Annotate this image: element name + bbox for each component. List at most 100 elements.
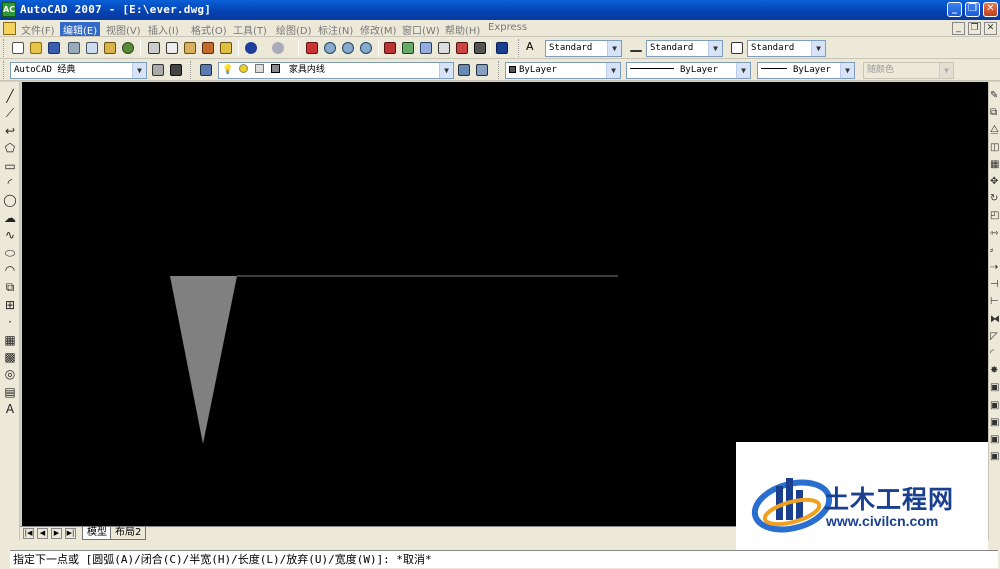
line-icon[interactable]: ╱ — [2, 88, 18, 104]
rotate-icon[interactable]: ↻ — [990, 193, 1000, 205]
menu-dimension[interactable]: 标注(N) — [315, 22, 356, 37]
layer-properties-icon[interactable] — [198, 62, 214, 78]
color-control-select[interactable]: ByLayer ▼ — [505, 62, 621, 79]
sun-icon[interactable] — [238, 64, 248, 73]
layer-previous-icon[interactable] — [474, 62, 490, 78]
zoom-window-icon[interactable] — [340, 40, 356, 56]
workspace-select[interactable]: AutoCAD 经典 ▼ — [10, 62, 147, 79]
ellipse-arc-icon[interactable]: ◠ — [2, 262, 18, 278]
dimension-style-select[interactable]: Standard ▼ — [646, 40, 723, 57]
chevron-down-icon[interactable]: ▼ — [606, 63, 620, 78]
send-under-icon[interactable]: ▣ — [990, 451, 1000, 463]
first-tab-button[interactable]: |◀ — [23, 528, 34, 539]
menu-help[interactable]: 帮助(H) — [442, 22, 483, 37]
array-icon[interactable]: ▦ — [990, 159, 1000, 171]
menu-express[interactable]: Express — [485, 22, 530, 36]
redo-icon[interactable] — [270, 40, 286, 56]
table-style-icon[interactable] — [729, 40, 745, 56]
zoom-previous-icon[interactable] — [358, 40, 374, 56]
open-icon[interactable] — [28, 40, 44, 56]
scale-icon[interactable]: ◰ — [990, 210, 1000, 222]
multiline-text-icon[interactable]: A — [2, 401, 18, 417]
menu-file[interactable]: 文件(F) — [18, 22, 58, 37]
fillet-icon[interactable]: ◜ — [990, 348, 1000, 360]
match-properties-icon[interactable] — [200, 40, 216, 56]
polyline-icon[interactable]: ↩ — [2, 123, 18, 139]
block-editor-icon[interactable] — [218, 40, 234, 56]
break-at-point-icon[interactable]: ⊣ — [990, 279, 1000, 291]
tab-layout2[interactable]: 布局2 — [110, 527, 147, 540]
polygon-icon[interactable]: ⬠ — [2, 140, 18, 156]
tab-model[interactable]: 模型 — [82, 527, 112, 540]
doc-minimize-button[interactable]: _ — [952, 22, 965, 35]
break-icon[interactable]: ⊢ — [990, 296, 1000, 308]
command-line[interactable]: 指定下一点或 [圆弧(A)/闭合(C)/半宽(H)/长度(L)/放弃(U)/宽度… — [10, 550, 998, 568]
copy-object-icon[interactable]: ⧉ — [990, 107, 1000, 119]
cut-icon[interactable] — [146, 40, 162, 56]
help-icon[interactable] — [494, 40, 510, 56]
undo-icon[interactable] — [243, 40, 259, 56]
explode-icon[interactable]: ✸ — [990, 365, 1000, 377]
point-icon[interactable]: · — [2, 314, 18, 330]
title-bar[interactable]: AC AutoCAD 2007 - [E:\ever.dwg] _ ❐ ✕ — [0, 0, 1000, 20]
plot-preview-icon[interactable] — [84, 40, 100, 56]
dimension-style-icon[interactable] — [628, 40, 644, 56]
circle-icon[interactable]: ◯ — [2, 192, 18, 208]
lock-icon[interactable] — [255, 64, 265, 73]
join-icon[interactable]: ⧓ — [990, 314, 1000, 326]
revision-cloud-icon[interactable]: ☁ — [2, 210, 18, 226]
gradient-icon[interactable]: ▩ — [2, 349, 18, 365]
workspace-settings-icon[interactable] — [150, 62, 166, 78]
ellipse-icon[interactable]: ⬭ — [2, 245, 18, 261]
pan-icon[interactable] — [304, 40, 320, 56]
menu-draw[interactable]: 绘图(D) — [273, 22, 315, 37]
table-style-select[interactable]: Standard ▼ — [747, 40, 826, 57]
minimize-button[interactable]: _ — [947, 2, 962, 17]
3d-dwf-icon[interactable] — [120, 40, 136, 56]
chevron-down-icon[interactable]: ▼ — [607, 41, 621, 56]
region-icon[interactable]: ◎ — [2, 366, 18, 382]
doc-restore-button[interactable]: ❐ — [968, 22, 981, 35]
make-object-layer-current-icon[interactable] — [456, 62, 472, 78]
menu-modify[interactable]: 修改(M) — [357, 22, 399, 37]
toolbar-grip[interactable] — [518, 39, 521, 57]
lineweight-control-select[interactable]: ByLayer ▼ — [757, 62, 855, 79]
menu-tools[interactable]: 工具(T) — [230, 22, 270, 37]
toolbar-grip[interactable] — [190, 61, 193, 79]
toolbar-grip[interactable] — [498, 61, 501, 79]
prev-tab-button[interactable]: ◀ — [37, 528, 48, 539]
spline-icon[interactable]: ∿ — [2, 227, 18, 243]
menu-insert[interactable]: 插入(I) — [145, 22, 182, 37]
autocad-app-icon[interactable]: AC — [2, 2, 16, 17]
toolbar-grip[interactable] — [3, 39, 6, 57]
bring-to-front-icon[interactable]: ▣ — [990, 400, 1000, 412]
menu-view[interactable]: 视图(V) — [103, 22, 144, 37]
quickcalc-icon[interactable] — [472, 40, 488, 56]
menu-format[interactable]: 格式(O) — [188, 22, 230, 37]
sheet-set-manager-icon[interactable] — [436, 40, 452, 56]
layer-color-swatch[interactable] — [271, 64, 281, 73]
trim-icon[interactable]: ⸗ — [990, 245, 1000, 257]
workspace-save-icon[interactable] — [168, 62, 184, 78]
menu-edit[interactable]: 编辑(E) — [60, 22, 101, 37]
bring-above-icon[interactable]: ▣ — [990, 434, 1000, 446]
send-to-back-icon[interactable]: ▣ — [990, 417, 1000, 429]
table-icon[interactable]: ▤ — [2, 384, 18, 400]
paste-icon[interactable] — [182, 40, 198, 56]
layer-select[interactable]: 💡 家具内线 ▼ — [218, 62, 454, 79]
last-tab-button[interactable]: ▶| — [65, 528, 76, 539]
markup-set-manager-icon[interactable] — [454, 40, 470, 56]
arc-icon[interactable]: ◜ — [2, 175, 18, 191]
publish-icon[interactable] — [102, 40, 118, 56]
chamfer-icon[interactable]: ◸ — [990, 331, 1000, 343]
save-icon[interactable] — [46, 40, 62, 56]
stretch-icon[interactable]: ⇿ — [990, 228, 1000, 240]
extend-icon[interactable]: ⇢ — [990, 262, 1000, 274]
plot-icon[interactable] — [66, 40, 82, 56]
menu-window[interactable]: 窗口(W) — [399, 22, 443, 37]
make-block-icon[interactable]: ⊞ — [2, 297, 18, 313]
hatch-icon[interactable]: ▦ — [2, 332, 18, 348]
toolbar-grip[interactable] — [3, 61, 6, 79]
design-center-icon[interactable] — [400, 40, 416, 56]
next-tab-button[interactable]: ▶ — [51, 528, 62, 539]
